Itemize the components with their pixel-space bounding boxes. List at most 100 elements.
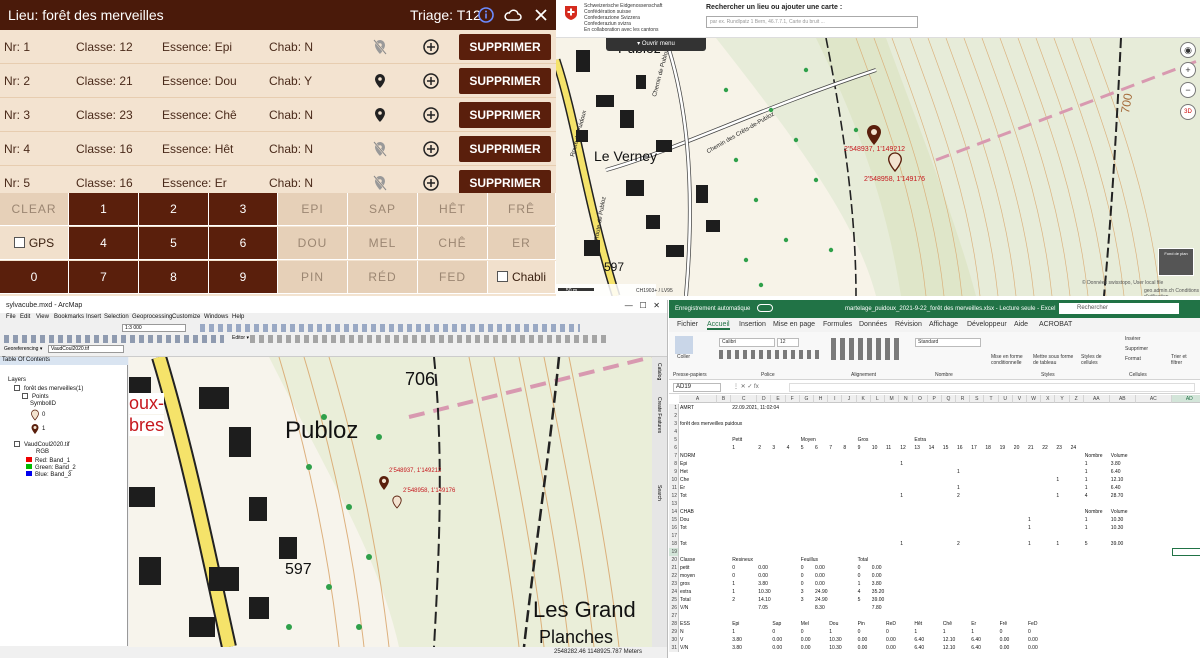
column-header[interactable]: U	[998, 395, 1013, 403]
cell[interactable]: FeD	[1028, 620, 1037, 628]
cell[interactable]: 13	[914, 444, 920, 452]
add-circle-icon[interactable]	[422, 38, 440, 56]
cell[interactable]: 12.10	[943, 636, 956, 644]
digit-2-key[interactable]: 2	[139, 193, 209, 226]
cell[interactable]: Mel	[801, 620, 809, 628]
cell[interactable]: Frê	[1000, 620, 1008, 628]
column-header[interactable]: D	[757, 395, 772, 403]
cell[interactable]: 1	[1056, 476, 1059, 484]
column-header[interactable]: AB	[1109, 395, 1136, 403]
location-off-icon[interactable]	[373, 39, 387, 55]
cell[interactable]: 1	[957, 468, 960, 476]
column-header[interactable]: F	[785, 395, 800, 403]
cloud-icon[interactable]	[503, 5, 523, 25]
digit-1-key[interactable]: 1	[69, 193, 139, 226]
cell[interactable]: 22	[1042, 444, 1048, 452]
cell[interactable]: Nombre	[1085, 452, 1103, 460]
cell[interactable]: 15	[943, 444, 949, 452]
row-header[interactable]: 23	[669, 580, 679, 588]
cell[interactable]: 24.90	[815, 588, 828, 596]
cell[interactable]: 1	[900, 492, 903, 500]
cell[interactable]: 14	[929, 444, 935, 452]
row-header[interactable]: 8	[669, 460, 679, 468]
cell[interactable]: 6.40	[914, 644, 924, 652]
cell[interactable]: AMRT	[680, 404, 694, 412]
cell[interactable]: 23	[1056, 444, 1062, 452]
cell[interactable]: 2	[957, 540, 960, 548]
cell[interactable]: 1	[858, 580, 861, 588]
cell[interactable]: 10.30	[758, 588, 771, 596]
cell[interactable]: 22.09.2021, 11:02:04	[732, 404, 779, 412]
add-circle-icon[interactable]	[422, 72, 440, 90]
cell[interactable]: 0	[886, 628, 889, 636]
cell[interactable]: 6.40	[914, 636, 924, 644]
cell[interactable]: 1	[1028, 540, 1031, 548]
cell[interactable]: 0.00	[1000, 644, 1010, 652]
cell[interactable]: 3	[801, 588, 804, 596]
row-header[interactable]: 26	[669, 604, 679, 612]
row-header[interactable]: 27	[669, 612, 679, 620]
arc-marker-2[interactable]	[391, 495, 403, 509]
digit-9-key[interactable]: 9	[209, 261, 278, 294]
toc-layer-foret[interactable]: forêt des merveilles(1)	[14, 385, 83, 392]
delete-button[interactable]: SUPPRIMER	[459, 68, 551, 94]
cell[interactable]: 6.40	[1111, 484, 1121, 492]
cell[interactable]: 21	[1028, 444, 1034, 452]
ribbon-tab[interactable]: Accueil	[707, 321, 730, 330]
cell[interactable]: 0	[801, 572, 804, 580]
cell[interactable]: 1	[732, 588, 735, 596]
cell[interactable]: 0.00	[886, 636, 896, 644]
cell[interactable]: N	[680, 628, 684, 636]
formula-input[interactable]	[789, 383, 1195, 392]
cell[interactable]: 11	[886, 444, 891, 452]
column-header[interactable]: E	[771, 395, 786, 403]
font-format-buttons[interactable]	[719, 350, 819, 359]
row-header[interactable]: 1	[669, 404, 679, 412]
cell[interactable]: 4	[1085, 492, 1088, 500]
cell[interactable]: 24	[1071, 444, 1077, 452]
cell[interactable]: 3.80	[872, 580, 882, 588]
delete-button[interactable]: SUPPRIMER	[459, 136, 551, 162]
cell[interactable]: 10.30	[829, 644, 842, 652]
cell[interactable]: 18	[985, 444, 991, 452]
geoadmin-footer[interactable]: geo.admin.ch Conditions d'utilisation	[1144, 288, 1200, 296]
cell[interactable]: 8	[843, 444, 846, 452]
catalog-tab[interactable]: Catalog	[656, 363, 662, 380]
insert-cells-button[interactable]: Insérer	[1125, 336, 1141, 342]
row-header[interactable]: 11	[669, 484, 679, 492]
column-header[interactable]: M	[885, 395, 900, 403]
cell[interactable]: 39.00	[872, 596, 885, 604]
cell[interactable]: Tot	[680, 492, 687, 500]
column-header[interactable]: R	[956, 395, 971, 403]
row-header[interactable]: 9	[669, 468, 679, 476]
digit-7-key[interactable]: 7	[69, 261, 139, 294]
3d-button[interactable]: 3D	[1180, 104, 1196, 120]
editor-menu[interactable]: Editor ▾	[232, 335, 249, 341]
cell[interactable]: 1	[732, 628, 735, 636]
cell[interactable]: 1	[914, 628, 917, 636]
cell[interactable]: 5	[801, 444, 804, 452]
cell[interactable]: 3	[801, 596, 804, 604]
toolbar-icons-row3[interactable]	[250, 335, 610, 343]
open-menu-button[interactable]: ▾ Ouvrir menu	[606, 38, 706, 51]
conditional-format-button[interactable]: Mise en forme conditionnelle	[991, 354, 1031, 366]
ribbon-tab[interactable]: Affichage	[929, 321, 958, 328]
column-header[interactable]: S	[970, 395, 985, 403]
zoom-out-button[interactable]: −	[1180, 82, 1196, 98]
location-pin-icon[interactable]	[373, 73, 387, 89]
row-header[interactable]: 28	[669, 620, 679, 628]
ribbon-tab[interactable]: Insertion	[739, 321, 766, 328]
cell[interactable]: Total	[858, 556, 869, 564]
column-header[interactable]: O	[913, 395, 928, 403]
digit-3-key[interactable]: 3	[209, 193, 278, 226]
cell[interactable]: Er	[971, 620, 976, 628]
cell[interactable]: 0.00	[872, 572, 882, 580]
row-header[interactable]: 7	[669, 452, 679, 460]
cell[interactable]: 4	[858, 588, 861, 596]
cell[interactable]: 0.00	[872, 564, 882, 572]
ribbon-tab[interactable]: Révision	[895, 321, 922, 328]
cell[interactable]: 6.40	[1111, 468, 1121, 476]
cell[interactable]: 0.00	[772, 636, 782, 644]
cell[interactable]: Total	[680, 596, 691, 604]
cell[interactable]: Resineux	[732, 556, 753, 564]
